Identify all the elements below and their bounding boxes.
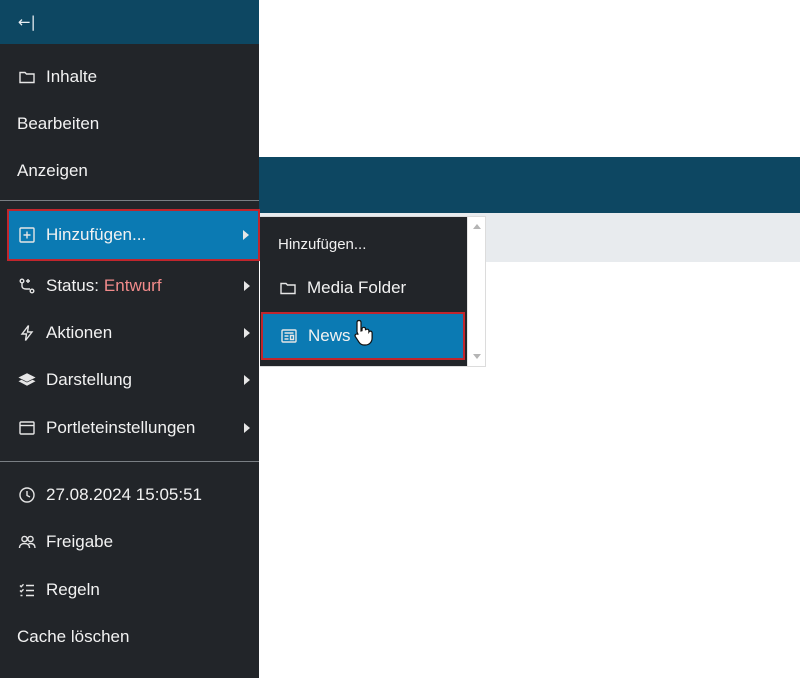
toolbar-item-darstellung[interactable]: Darstellung <box>0 357 259 403</box>
toolbar-item-label: Darstellung <box>46 370 132 389</box>
toolbar-item-portleteinstellungen[interactable]: Portleteinstellungen <box>0 405 259 451</box>
chevron-right-icon <box>244 328 250 338</box>
toolbar-item-label: Cache löschen <box>17 627 130 646</box>
folder-icon <box>17 67 37 87</box>
chevron-right-icon <box>243 230 249 240</box>
toolbar-item-freigabe[interactable]: Freigabe <box>0 519 259 565</box>
chevron-right-icon <box>244 281 250 291</box>
submenu-item-label: Media Folder <box>307 278 407 297</box>
chevron-right-icon <box>244 423 250 433</box>
toolbar-item-label: Inhalte <box>46 67 98 86</box>
edit-toolbar: ←| Inhalte Bearbeiten Anzeigen Hinzufüge… <box>0 0 260 678</box>
toolbar-item-hinzufuegen[interactable]: Hinzufügen... <box>7 209 260 261</box>
toolbar-item-aktionen[interactable]: Aktionen <box>0 310 259 356</box>
toolbar-item-label: Anzeigen <box>17 161 88 180</box>
plus-square-icon <box>17 225 37 245</box>
submenu-scrollbar[interactable] <box>467 217 485 366</box>
scroll-up-icon[interactable] <box>473 224 481 229</box>
page-topbar <box>259 157 800 213</box>
toolbar-item-label: 27.08.2024 15:05:51 <box>46 485 202 504</box>
scroll-down-icon[interactable] <box>473 354 481 359</box>
layers-icon <box>17 370 37 390</box>
toolbar-item-label: Aktionen <box>46 323 113 342</box>
workflow-icon <box>17 276 37 296</box>
folder-icon <box>278 278 298 298</box>
toolbar-item-regeln[interactable]: Regeln <box>0 567 259 613</box>
toolbar-item-label: Regeln <box>46 580 100 599</box>
people-icon <box>17 532 37 552</box>
clock-icon <box>17 485 37 505</box>
chevron-right-icon <box>244 375 250 385</box>
submenu-item-label: News <box>308 326 351 345</box>
list-check-icon <box>17 580 37 600</box>
newspaper-icon <box>279 326 299 346</box>
toolbar-item-inhalte[interactable]: Inhalte <box>0 54 259 100</box>
submenu-header: Hinzufügen... <box>278 236 367 253</box>
toolbar-item-bearbeiten[interactable]: Bearbeiten <box>0 101 259 147</box>
window-icon <box>17 418 37 438</box>
lightning-icon <box>17 323 37 343</box>
toolbar-divider <box>0 200 259 201</box>
toolbar-item-anzeigen[interactable]: Anzeigen <box>0 148 259 194</box>
toolbar-item-label: Hinzufügen... <box>46 225 147 244</box>
toolbar-item-label: Status: <box>46 276 99 295</box>
toolbar-item-label: Freigabe <box>46 532 114 551</box>
toolbar-item-cache-loeschen[interactable]: Cache löschen <box>0 614 259 660</box>
submenu-item-media-folder[interactable]: Media Folder <box>260 265 466 311</box>
toolbar-item-status[interactable]: Status: Entwurf <box>0 263 259 309</box>
toolbar-divider <box>0 461 259 462</box>
toolbar-item-label: Bearbeiten <box>17 114 100 133</box>
collapse-toolbar-button[interactable]: ←| <box>18 13 36 31</box>
status-value: Entwurf <box>103 276 162 295</box>
toolbar-header: ←| <box>0 0 259 44</box>
toolbar-item-history[interactable]: 27.08.2024 15:05:51 <box>0 472 259 518</box>
hand-pointer-icon <box>354 319 373 346</box>
toolbar-item-label: Portleteinstellungen <box>46 418 196 437</box>
